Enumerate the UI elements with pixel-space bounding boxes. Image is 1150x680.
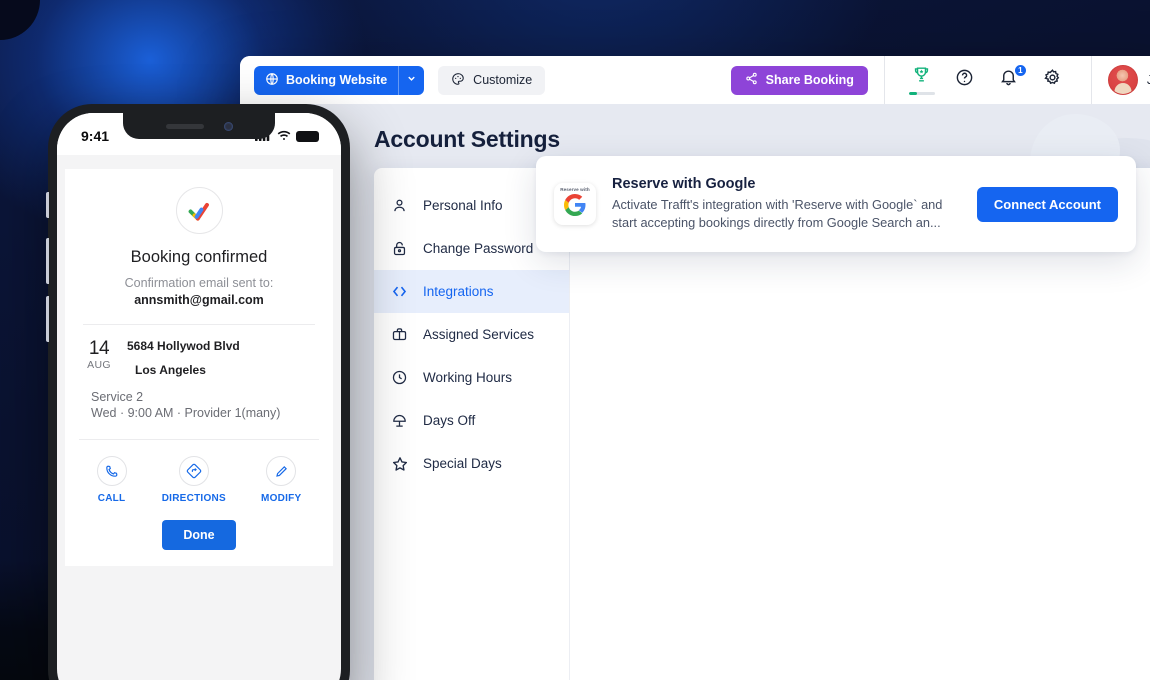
share-icon: [745, 72, 758, 88]
sidebar-item-label: Personal Info: [423, 198, 503, 213]
phone-icon: [96, 456, 127, 486]
trophy-icon: [912, 65, 931, 89]
phone-speaker: [165, 123, 204, 129]
pencil-icon: [266, 456, 297, 486]
sidebar-item-label: Days Off: [423, 413, 476, 428]
sidebar-item-days-off[interactable]: Days Off: [374, 399, 569, 442]
connect-account-button[interactable]: Connect Account: [976, 186, 1118, 222]
booking-actions: CALL DIRECTIONS MODIFY: [79, 439, 319, 504]
integration-card-reserve-with-google: Reserve with Reserve with Google Activat…: [536, 156, 1136, 252]
star-icon: [390, 454, 409, 473]
sidebar-item-special-days[interactable]: Special Days: [374, 442, 569, 485]
share-booking-button[interactable]: Share Booking: [730, 65, 868, 95]
help-circle-icon: [955, 68, 974, 92]
phone-volume-up-button: [46, 238, 49, 284]
done-button[interactable]: Done: [162, 520, 236, 550]
settings-button[interactable]: [1038, 65, 1068, 95]
sidebar-item-label: Assigned Services: [423, 327, 535, 342]
share-booking-label: Share Booking: [765, 73, 854, 87]
phone-notch: [123, 113, 275, 139]
booking-confirmed-title: Booking confirmed: [130, 248, 268, 266]
toolbar-right-group: Share Booking 1: [730, 56, 1150, 104]
call-action-label: CALL: [97, 493, 126, 504]
integration-description: Activate Trafft's integration with 'Rese…: [612, 196, 943, 230]
appointment-day: 14: [88, 338, 110, 359]
achievements-button[interactable]: [908, 65, 935, 95]
customize-button[interactable]: Customize: [438, 65, 546, 95]
toolbar-divider-2: [1090, 56, 1092, 104]
google-checkmark-icon: [175, 187, 223, 234]
address-line-1: 5684 Hollywod Blvd: [127, 339, 240, 353]
directions-icon: [178, 456, 209, 486]
beach-umbrella-icon: [390, 411, 409, 430]
sidebar-item-label: Working Hours: [423, 370, 513, 385]
modify-action-label: MODIFY: [261, 493, 302, 504]
status-time: 9:41: [81, 128, 110, 144]
booking-website-label: Booking Website: [286, 73, 388, 87]
booking-website-button[interactable]: Booking Website: [254, 65, 399, 95]
appointment-service: Service 2: [91, 390, 144, 404]
achievements-progress-bar: [908, 92, 935, 95]
palette-icon: [451, 72, 465, 89]
app-window: Booking Website Customize Share Booking …: [240, 56, 1150, 680]
phone-mockup: 9:41 Booking confirmed Confirmation emai…: [46, 104, 350, 680]
phone-mute-button: [46, 192, 49, 218]
integration-title: Reserve with Google: [612, 175, 756, 192]
user-icon: [390, 196, 409, 215]
sidebar-item-assigned-services[interactable]: Assigned Services: [374, 313, 569, 356]
notifications-badge: 1: [1013, 64, 1027, 77]
google-g-icon: [563, 193, 587, 222]
sidebar-item-working-hours[interactable]: Working Hours: [374, 356, 569, 399]
avatar: [1107, 65, 1138, 95]
confirmation-email-label: Confirmation email sent to:: [124, 276, 274, 290]
sidebar-item-label: Change Password: [423, 241, 534, 256]
help-button[interactable]: [950, 65, 980, 95]
address-line-2: Los Angeles: [135, 363, 206, 377]
phone-content-gap: [57, 155, 341, 169]
google-tile-label: Reserve with: [560, 186, 590, 192]
toolbar-divider: [883, 56, 885, 104]
lock-icon: [390, 239, 409, 258]
clock-icon: [390, 368, 409, 387]
notifications-button[interactable]: 1: [994, 64, 1027, 95]
google-tile: Reserve with: [554, 183, 596, 225]
appointment-details: 14 AUG 5684 Hollywod Blvd Los Angeles: [65, 325, 333, 377]
code-brackets-icon: [390, 282, 409, 301]
battery-icon: [296, 130, 319, 142]
appointment-date: 14 AUG: [83, 339, 115, 377]
sidebar-item-integrations[interactable]: Integrations: [374, 270, 569, 313]
appointment-meta: Wed · 9:00 AM · Provider 1(many): [91, 406, 281, 420]
gear-icon: [1043, 68, 1062, 92]
directions-action[interactable]: DIRECTIONS: [162, 456, 226, 504]
confirmation-email-value: annsmith@gmail.com: [134, 293, 264, 307]
modify-action[interactable]: MODIFY: [261, 456, 301, 504]
directions-action-label: DIRECTIONS: [161, 493, 226, 504]
appointment-month: AUG: [87, 358, 111, 371]
phone-camera: [223, 121, 233, 131]
booking-website-dropdown-toggle[interactable]: [398, 65, 425, 95]
wifi-icon: [277, 128, 291, 144]
sidebar-item-label: Special Days: [423, 456, 502, 471]
integration-text-block: Reserve with Google Activate Trafft's in…: [612, 176, 961, 232]
call-action[interactable]: CALL: [96, 456, 127, 504]
user-menu[interactable]: Jenn: [1107, 65, 1150, 95]
globe-icon: [265, 72, 279, 89]
appointment-address: 5684 Hollywod Blvd Los Angeles: [127, 339, 240, 377]
briefcase-icon: [390, 325, 409, 344]
booking-confirmation-card: Booking confirmed Confirmation email sen…: [65, 169, 333, 566]
chevron-down-icon: [406, 71, 417, 89]
top-toolbar: Booking Website Customize Share Booking …: [240, 56, 1150, 104]
phone-screen: 9:41 Booking confirmed Confirmation emai…: [57, 113, 341, 680]
phone-volume-down-button: [46, 296, 49, 342]
booking-website-button-group: Booking Website: [254, 65, 425, 95]
customize-label: Customize: [473, 73, 533, 87]
sidebar-item-label: Integrations: [423, 284, 494, 299]
